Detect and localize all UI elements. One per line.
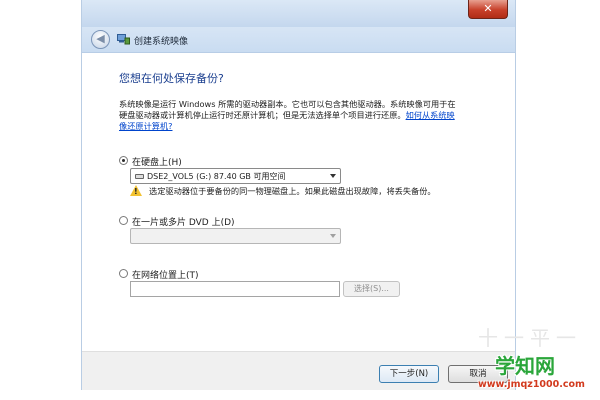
disk-drive-icon (135, 174, 144, 179)
window-title: 创建系统映像 (134, 37, 189, 47)
hard-disk-select[interactable]: DSE2_VOL5 (G:) 87.40 GB 可用空间 (130, 168, 341, 184)
system-image-icon (117, 34, 130, 45)
network-label[interactable]: 在网络位置上(T) (132, 268, 199, 281)
dialog-content: 您想在何处保存备份? 系统映像是运行 Windows 所需的驱动器副本。它也可以… (82, 53, 515, 351)
next-button[interactable]: 下一步(N) (379, 365, 439, 383)
network-location-input[interactable] (130, 281, 340, 297)
network-radio[interactable] (119, 269, 128, 278)
create-system-image-dialog: ✕ ◀ 创建系统映像 您想在何处保存备份? 系统映像是运行 Windows 所需… (81, 0, 516, 390)
browse-button[interactable]: 选择(S)... (343, 281, 400, 297)
title-bar: ✕ (82, 0, 515, 27)
description-text: 系统映像是运行 Windows 所需的驱动器副本。它也可以包含其他驱动器。系统映… (119, 99, 459, 132)
watermark-faint-text: 十一平一 (478, 326, 582, 350)
watermark-url: www.jmqz1000.com (478, 379, 585, 390)
dialog-footer: 下一步(N) 取消 (82, 351, 515, 390)
dvd-select[interactable] (130, 228, 341, 244)
chevron-down-icon (330, 174, 336, 178)
close-button[interactable]: ✕ (468, 0, 508, 19)
warning-message: 选定驱动器位于要备份的同一物理磁盘上。如果此磁盘出现故障，将丢失备份。 (149, 186, 436, 196)
navigation-bar: ◀ 创建系统映像 (82, 27, 515, 53)
hard-disk-radio[interactable] (119, 156, 128, 165)
back-arrow-icon[interactable]: ◀ (91, 30, 110, 49)
dvd-radio[interactable] (119, 216, 128, 225)
chevron-down-icon (330, 234, 336, 238)
hard-disk-select-value: DSE2_VOL5 (G:) 87.40 GB 可用空间 (147, 172, 286, 181)
page-title: 您想在何处保存备份? (119, 72, 224, 85)
dvd-label[interactable]: 在一片或多片 DVD 上(D) (132, 215, 235, 228)
warning-exclamation: ! (134, 187, 138, 196)
hard-disk-label[interactable]: 在硬盘上(H) (132, 155, 182, 168)
watermark-logo: 学知网 (495, 354, 555, 378)
